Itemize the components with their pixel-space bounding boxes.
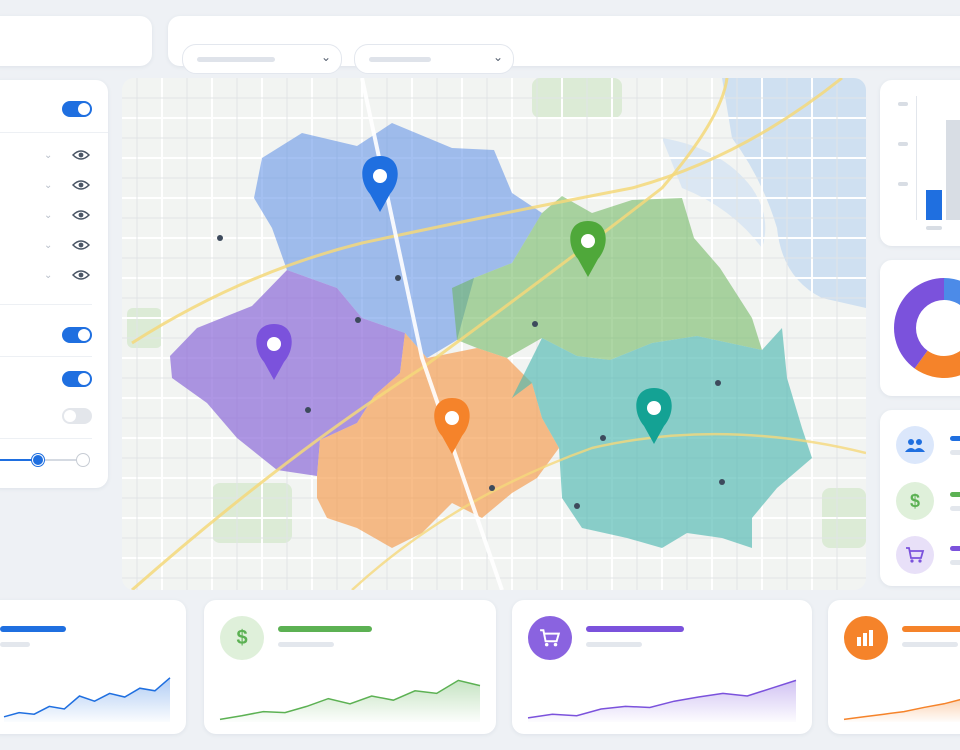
- map-canvas[interactable]: [122, 78, 866, 590]
- sparkline: [843, 698, 960, 722]
- divider: [0, 304, 92, 305]
- chart-label-placeholder: [898, 142, 908, 146]
- dollar-glyph: $: [909, 490, 920, 511]
- chevron-down-icon: ⌄: [320, 50, 331, 64]
- right-donut-card: [880, 260, 960, 396]
- chart-caption-placeholder: [926, 226, 942, 230]
- layers-master-toggle[interactable]: [62, 101, 92, 117]
- sparkline-area: [220, 680, 480, 722]
- slider-handle[interactable]: [32, 454, 44, 466]
- sparkline: [219, 679, 481, 722]
- users-icon: [896, 426, 934, 464]
- slider-end-handle[interactable]: [76, 453, 90, 467]
- chevron-down-icon[interactable]: ⌄: [44, 150, 52, 161]
- region-teal[interactable]: [512, 328, 812, 548]
- right-legend-card: $: [880, 410, 960, 586]
- top-left-header-card: [0, 16, 152, 66]
- layers-panel: ⌄ ⌄ ⌄ ⌄ ⌄: [0, 80, 108, 488]
- eye-icon[interactable]: [72, 149, 90, 161]
- chevron-down-icon[interactable]: ⌄: [44, 180, 52, 191]
- sparkline: [3, 677, 171, 722]
- map-view[interactable]: [122, 78, 866, 590]
- chevron-down-icon[interactable]: ⌄: [44, 240, 52, 251]
- filter-select-2[interactable]: ⌄: [354, 44, 514, 74]
- legend-line: [950, 546, 960, 551]
- eye-icon[interactable]: [72, 239, 90, 251]
- divider: [0, 356, 92, 357]
- legend-sub-line: [950, 560, 960, 565]
- legend-sub-line: [950, 506, 960, 511]
- divider: [0, 438, 92, 439]
- right-bar-chart-card: [880, 80, 960, 246]
- kpi-card-3[interactable]: [512, 600, 812, 734]
- filter-select-1-placeholder: [197, 57, 275, 62]
- range-slider[interactable]: [0, 452, 92, 468]
- kpi-card-1[interactable]: [0, 600, 186, 734]
- chevron-down-icon: ⌄: [492, 50, 503, 64]
- donut-segment-1: [944, 278, 960, 306]
- cart-icon: [896, 536, 934, 574]
- sparkline: [527, 679, 797, 722]
- kpi-card-2[interactable]: $: [204, 600, 496, 734]
- chevron-down-icon[interactable]: ⌄: [44, 210, 52, 221]
- donut-chart: [894, 278, 960, 378]
- chart-axis: [916, 96, 917, 220]
- filter-bar: ⌄ ⌄: [168, 16, 960, 74]
- chart-label-placeholder: [898, 182, 908, 186]
- sparkline-area: [4, 677, 170, 722]
- legend-line: [950, 492, 960, 497]
- option-toggle-2[interactable]: [62, 371, 92, 387]
- eye-icon[interactable]: [72, 269, 90, 281]
- legend-line: [950, 436, 960, 441]
- chart-bar: [926, 190, 942, 220]
- legend-sub-line: [950, 450, 960, 455]
- option-toggle-1[interactable]: [62, 327, 92, 343]
- sparkline-area: [844, 699, 960, 722]
- option-toggle-3[interactable]: [62, 408, 92, 424]
- chart-label-placeholder: [898, 102, 908, 106]
- dollar-icon: $: [896, 482, 934, 520]
- eye-icon[interactable]: [72, 209, 90, 221]
- filter-select-1[interactable]: ⌄: [182, 44, 342, 74]
- chevron-down-icon[interactable]: ⌄: [44, 270, 52, 281]
- divider: [0, 132, 108, 133]
- filter-select-2-placeholder: [369, 57, 431, 62]
- eye-icon[interactable]: [72, 179, 90, 191]
- donut-segment-4: [894, 278, 944, 369]
- kpi-card-4[interactable]: [828, 600, 960, 734]
- chart-bar: [946, 120, 960, 220]
